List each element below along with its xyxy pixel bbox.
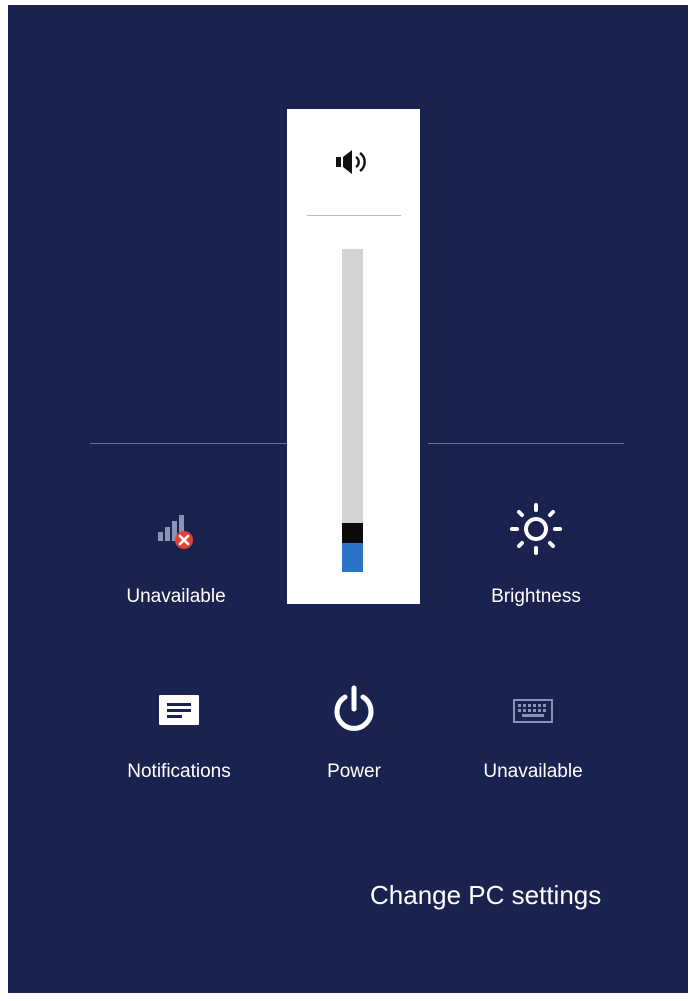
quick-settings-divider-right <box>428 443 624 444</box>
power-tile[interactable]: Power <box>304 685 404 795</box>
notifications-tile-label: Notifications <box>127 761 231 782</box>
volume-slider-fill <box>342 543 363 572</box>
notifications-icon <box>159 695 199 725</box>
speaker-volume-icon[interactable] <box>335 147 369 177</box>
brightness-sun-icon <box>510 503 562 555</box>
network-unavailable-icon <box>158 515 193 549</box>
network-tile-label: Unavailable <box>126 586 226 607</box>
notifications-tile[interactable]: Notifications <box>104 695 254 795</box>
power-icon <box>334 685 374 731</box>
change-pc-settings-link[interactable]: Change PC settings <box>370 880 601 911</box>
volume-flyout-divider <box>307 215 401 216</box>
volume-slider[interactable] <box>342 249 363 572</box>
brightness-tile[interactable]: Brightness <box>456 502 616 610</box>
keyboard-icon <box>513 699 553 723</box>
power-tile-label: Power <box>327 761 381 782</box>
settings-charm-panel: Unavailable Brightness Notifications Pow… <box>8 5 688 993</box>
keyboard-tile[interactable]: Unavailable <box>458 699 608 795</box>
keyboard-tile-label: Unavailable <box>483 761 583 782</box>
brightness-tile-label: Brightness <box>491 586 581 607</box>
volume-slider-thumb[interactable] <box>342 523 363 543</box>
quick-settings-divider-left <box>90 443 288 444</box>
volume-flyout <box>287 109 420 604</box>
network-tile[interactable]: Unavailable <box>100 510 252 610</box>
